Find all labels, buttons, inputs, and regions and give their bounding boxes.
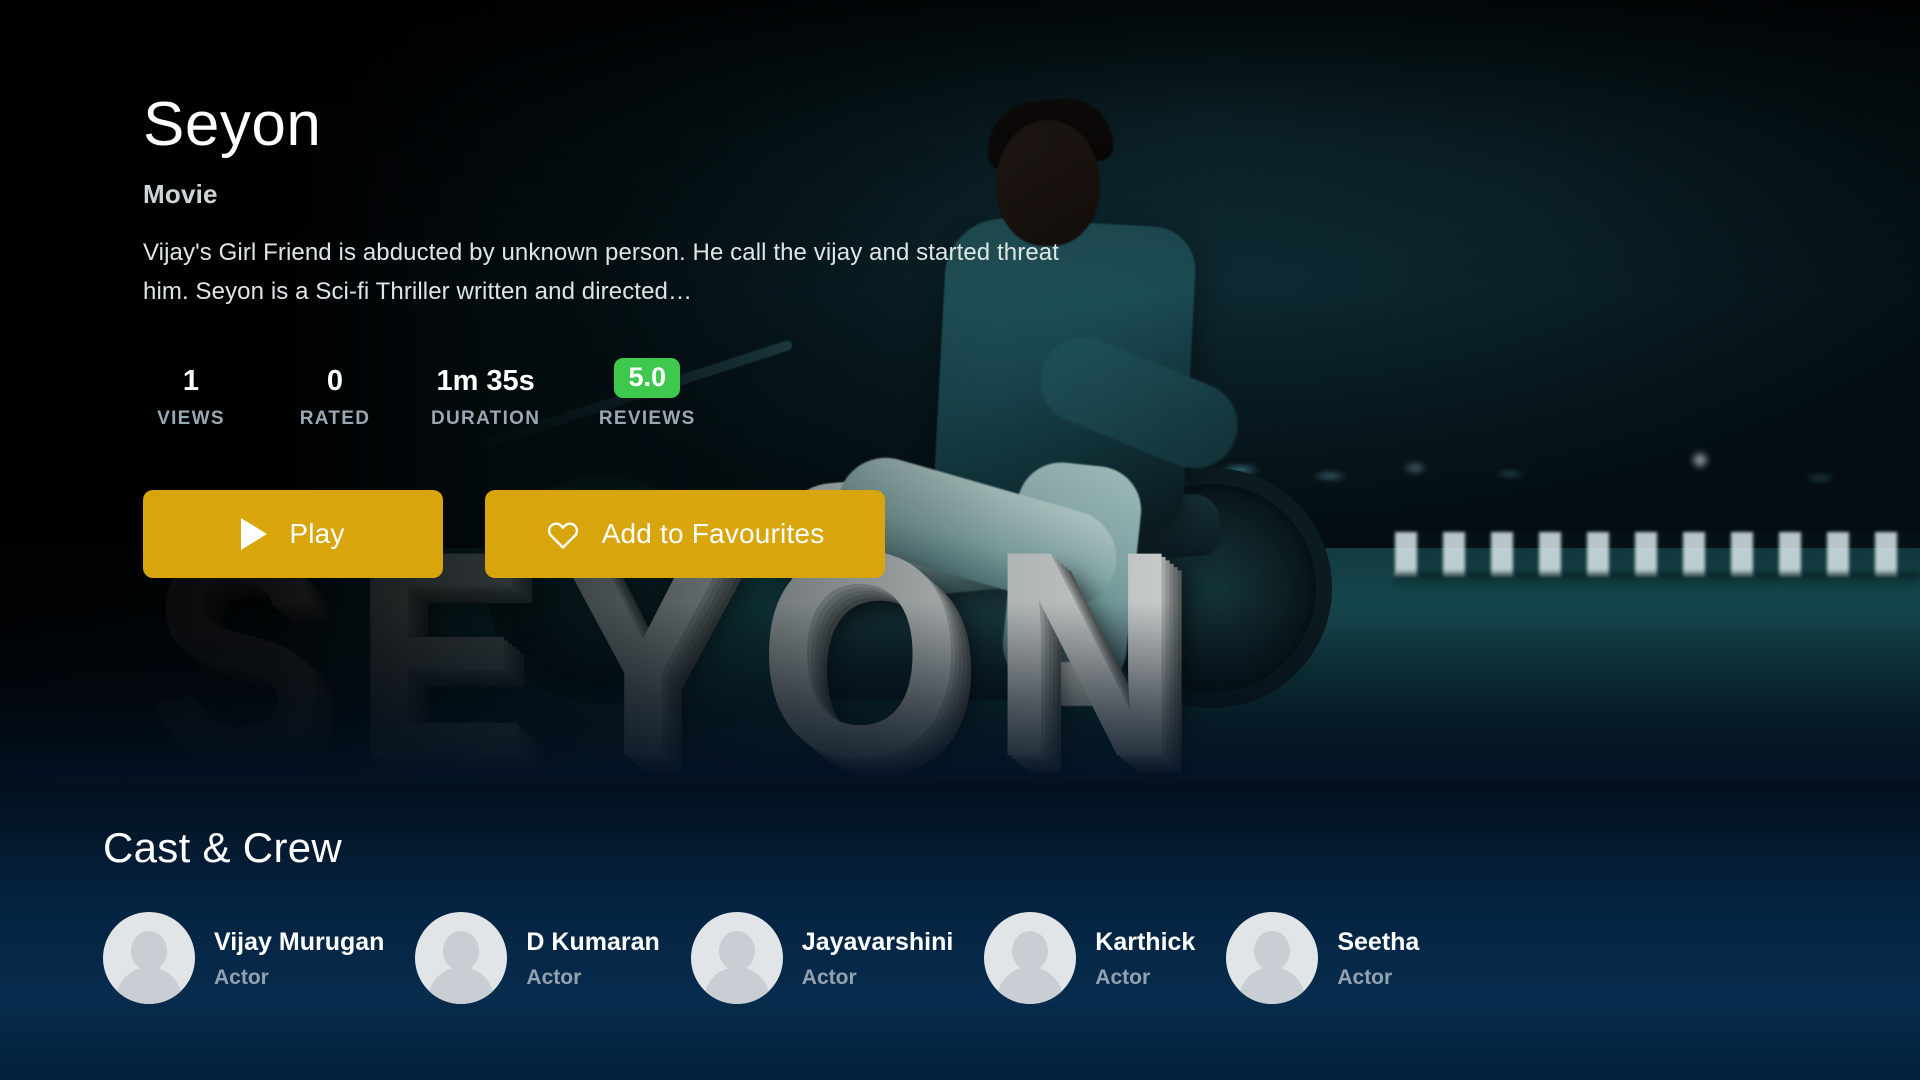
rated-label: RATED (299, 408, 371, 430)
cast-member[interactable]: Jayavarshini Actor (690, 912, 954, 1004)
bottom-gradient-scrim (0, 602, 1920, 782)
hero-details: Seyon Movie Vijay's Girl Friend is abduc… (143, 90, 1243, 579)
rating-badge: 5.0 (614, 357, 681, 399)
page-title: Seyon (143, 90, 322, 159)
favourites-button-label: Add to Favourites (601, 518, 825, 550)
cast-member-role: Actor (801, 965, 857, 989)
cast-member[interactable]: Vijay Murugan Actor (103, 912, 384, 1004)
content-type-label: Movie (143, 179, 218, 210)
cast-member-role: Actor (526, 965, 582, 989)
play-button-label: Play (289, 518, 345, 550)
cast-member-name: Jayavarshini (801, 927, 954, 956)
cast-member-name: D Kumaran (526, 927, 660, 956)
play-icon (241, 518, 268, 551)
cast-member-name: Karthick (1095, 927, 1196, 956)
avatar (984, 912, 1077, 1004)
cast-member-name: Seetha (1337, 927, 1420, 956)
cast-and-crew-section: Cast & Crew Vijay Murugan Actor D Kumara… (0, 782, 1920, 1080)
synopsis-text: Vijay's Girl Friend is abducted by unkno… (143, 239, 1059, 305)
avatar (415, 912, 508, 1004)
views-label: VIEWS (157, 408, 225, 430)
cast-list: Vijay Murugan Actor D Kumaran Actor Jaya… (103, 912, 1920, 1004)
cast-member[interactable]: Karthick Actor (984, 912, 1195, 1004)
stat-duration: 1m 35s DURATION (431, 365, 541, 430)
avatar (1226, 912, 1319, 1004)
rated-value: 0 (326, 365, 344, 398)
stat-rated: 0 RATED (287, 365, 383, 430)
stat-views: 1 VIEWS (143, 365, 239, 430)
cast-member-role: Actor (214, 965, 269, 989)
hero-banner: SEYON Seyon Movie Vijay's Girl Friend is… (0, 0, 1920, 782)
reviews-value-wrap: 5.0 (614, 357, 681, 399)
duration-label: DURATION (431, 408, 541, 430)
cast-member[interactable]: Seetha Actor (1226, 912, 1419, 1004)
cast-section-heading: Cast & Crew (103, 824, 343, 871)
heart-icon (546, 519, 580, 550)
avatar (690, 912, 783, 1004)
add-to-favourites-button[interactable]: Add to Favourites (485, 490, 885, 579)
play-button[interactable]: Play (143, 490, 443, 579)
cast-member[interactable]: D Kumaran Actor (415, 912, 660, 1004)
duration-value: 1m 35s (436, 365, 535, 398)
cast-member-name: Vijay Murugan (214, 927, 385, 956)
reviews-label: REVIEWS (598, 408, 696, 430)
avatar (103, 912, 195, 1004)
stat-reviews: 5.0 REVIEWS (588, 357, 706, 430)
views-value: 1 (182, 365, 200, 398)
cast-member-role: Actor (1337, 965, 1393, 989)
stats-row: 1 VIEWS 0 RATED 1m 35s DURATION 5.0 REVI… (143, 357, 1243, 430)
cast-member-role: Actor (1095, 965, 1151, 989)
action-buttons: Play Add to Favourites (143, 490, 1243, 579)
movie-detail-screen: SEYON Seyon Movie Vijay's Girl Friend is… (0, 0, 1920, 1080)
